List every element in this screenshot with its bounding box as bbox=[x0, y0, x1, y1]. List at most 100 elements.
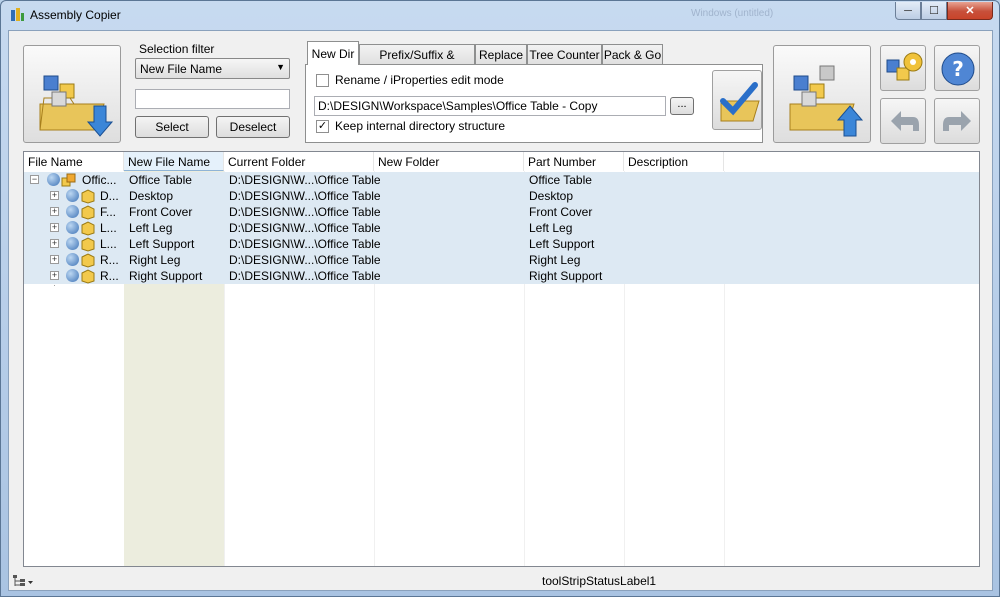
status-icon bbox=[66, 253, 79, 266]
tab-pack-and-go[interactable]: Pack & Go bbox=[602, 44, 663, 64]
selection-filter-group: Selection filter New File Name ▼ Select … bbox=[127, 42, 303, 144]
current-folder-cell: D:\DESIGN\W...\Office Table bbox=[229, 189, 381, 203]
expand-icon[interactable]: + bbox=[50, 207, 59, 216]
status-icon bbox=[66, 189, 79, 202]
table-row[interactable]: + L... Left Leg D:\DESIGN\W...\Office Ta… bbox=[24, 220, 979, 236]
app-window: Assembly Copier Windows (untitled) ─ ☐ ✕… bbox=[0, 0, 1000, 597]
new-file-name-cell[interactable]: Desktop bbox=[129, 189, 173, 203]
new-file-name-cell[interactable]: Right Leg bbox=[129, 253, 180, 267]
file-name-cell: F... bbox=[100, 205, 117, 219]
status-icon bbox=[66, 205, 79, 218]
status-label: toolStripStatusLabel1 bbox=[542, 574, 657, 588]
new-dir-path-input[interactable]: D:\DESIGN\Workspace\Samples\Office Table… bbox=[314, 96, 666, 116]
tree-view-icon[interactable] bbox=[12, 575, 34, 587]
current-folder-cell: D:\DESIGN\W...\Office Table bbox=[229, 269, 381, 283]
part-number-cell[interactable]: Desktop bbox=[529, 189, 573, 203]
column-header-new-file-name[interactable]: New File Name bbox=[124, 152, 224, 171]
redo-button[interactable] bbox=[934, 98, 980, 144]
status-icon bbox=[47, 173, 60, 186]
part-icon bbox=[81, 237, 95, 252]
minimize-button[interactable]: ─ bbox=[895, 2, 921, 20]
tab-new-dir[interactable]: New Dir bbox=[307, 41, 359, 65]
current-folder-cell: D:\DESIGN\W...\Office Table bbox=[229, 205, 381, 219]
part-icon bbox=[81, 253, 95, 268]
tab-prefix-suffix-counter[interactable]: Prefix/Suffix & Counter bbox=[359, 44, 475, 76]
part-number-cell[interactable]: Right Support bbox=[529, 269, 602, 283]
part-icon bbox=[81, 205, 95, 220]
file-name-cell: Offic... bbox=[82, 173, 117, 187]
column-header-part-number[interactable]: Part Number bbox=[524, 152, 624, 171]
part-icon bbox=[81, 189, 95, 204]
chevron-down-icon: ▼ bbox=[276, 62, 285, 72]
part-number-cell[interactable]: Office Table bbox=[529, 173, 592, 187]
deselect-button[interactable]: Deselect bbox=[216, 116, 290, 138]
expand-icon[interactable]: + bbox=[50, 239, 59, 248]
status-icon bbox=[66, 221, 79, 234]
table-row[interactable]: + R... Right Leg D:\DESIGN\W...\Office T… bbox=[24, 252, 979, 268]
table-row[interactable]: + L... Left Support D:\DESIGN\W...\Offic… bbox=[24, 236, 979, 252]
file-name-cell: L... bbox=[100, 237, 117, 251]
status-icon bbox=[66, 269, 79, 282]
window-title: Assembly Copier bbox=[30, 8, 121, 22]
tab-tree-counter[interactable]: Tree Counter bbox=[527, 44, 602, 64]
title-bar[interactable]: Assembly Copier Windows (untitled) ─ ☐ ✕ bbox=[1, 1, 999, 29]
new-file-name-cell[interactable]: Left Leg bbox=[129, 221, 172, 235]
part-number-cell[interactable]: Front Cover bbox=[529, 205, 592, 219]
status-bar: toolStripStatusLabel1 bbox=[9, 569, 994, 591]
rename-checkbox-label: Rename / iProperties edit mode bbox=[335, 73, 504, 87]
browse-button[interactable]: ... bbox=[670, 97, 694, 115]
help-button[interactable]: ? bbox=[934, 45, 980, 91]
expand-icon[interactable]: + bbox=[50, 271, 59, 280]
new-dir-tab-panel: Rename / iProperties edit mode D:\DESIGN… bbox=[305, 64, 763, 143]
copy-assembly-button[interactable] bbox=[773, 45, 871, 143]
svg-text:?: ? bbox=[952, 57, 964, 81]
column-header-file-name[interactable]: File Name bbox=[24, 152, 124, 171]
assembly-tree-grid[interactable]: File Name New File Name Current Folder N… bbox=[23, 151, 980, 567]
column-header-new-folder[interactable]: New Folder bbox=[374, 152, 524, 171]
selection-filter-dropdown[interactable]: New File Name ▼ bbox=[135, 58, 290, 79]
part-number-cell[interactable]: Left Support bbox=[529, 237, 594, 251]
maximize-button[interactable]: ☐ bbox=[921, 2, 947, 20]
open-assembly-button[interactable] bbox=[23, 45, 121, 143]
table-row[interactable]: − Offic... Office Table D:\DESIGN\W...\O… bbox=[24, 172, 979, 188]
current-folder-cell: D:\DESIGN\W...\Office Table bbox=[229, 237, 381, 251]
keep-structure-label: Keep internal directory structure bbox=[335, 119, 506, 133]
settings-icon bbox=[886, 52, 923, 81]
current-folder-cell: D:\DESIGN\W...\Office Table bbox=[229, 253, 381, 267]
part-number-cell[interactable]: Right Leg bbox=[529, 253, 580, 267]
settings-button[interactable] bbox=[880, 45, 926, 91]
expand-icon[interactable]: + bbox=[50, 223, 59, 232]
file-name-cell: R... bbox=[100, 269, 119, 283]
selection-filter-input[interactable] bbox=[135, 89, 290, 109]
client-area: Selection filter New File Name ▼ Select … bbox=[8, 30, 993, 591]
column-header-current-folder[interactable]: Current Folder bbox=[224, 152, 374, 171]
column-header-description[interactable]: Description bbox=[624, 152, 724, 171]
tab-replace[interactable]: Replace bbox=[475, 44, 527, 64]
rename-checkbox[interactable] bbox=[316, 74, 329, 87]
new-file-name-cell[interactable]: Right Support bbox=[129, 269, 202, 283]
close-button[interactable]: ✕ bbox=[947, 2, 993, 20]
new-file-name-cell[interactable]: Front Cover bbox=[129, 205, 192, 219]
table-row[interactable]: + F... Front Cover D:\DESIGN\W...\Office… bbox=[24, 204, 979, 220]
copy-assembly-icon bbox=[789, 65, 864, 137]
apply-button[interactable] bbox=[712, 70, 762, 130]
app-icon bbox=[11, 8, 24, 21]
part-icon bbox=[81, 269, 95, 284]
new-file-name-cell[interactable]: Left Support bbox=[129, 237, 194, 251]
current-folder-cell: D:\DESIGN\W...\Office Table bbox=[229, 173, 381, 187]
apply-check-icon bbox=[720, 82, 760, 122]
expand-icon[interactable]: + bbox=[50, 191, 59, 200]
expand-icon[interactable]: + bbox=[50, 255, 59, 264]
file-name-cell: L... bbox=[100, 221, 117, 235]
keep-structure-checkbox[interactable]: ✓ bbox=[316, 120, 329, 133]
select-button[interactable]: Select bbox=[135, 116, 209, 138]
part-number-cell[interactable]: Left Leg bbox=[529, 221, 572, 235]
table-row[interactable]: + D... Desktop D:\DESIGN\W...\Office Tab… bbox=[24, 188, 979, 204]
collapse-icon[interactable]: − bbox=[30, 175, 39, 184]
open-assembly-icon bbox=[39, 75, 114, 137]
undo-button[interactable] bbox=[880, 98, 926, 144]
new-file-name-cell[interactable]: Office Table bbox=[129, 173, 192, 187]
undo-icon bbox=[891, 111, 919, 131]
table-row[interactable]: + R... Right Support D:\DESIGN\W...\Offi… bbox=[24, 268, 979, 284]
file-name-cell: R... bbox=[100, 253, 119, 267]
